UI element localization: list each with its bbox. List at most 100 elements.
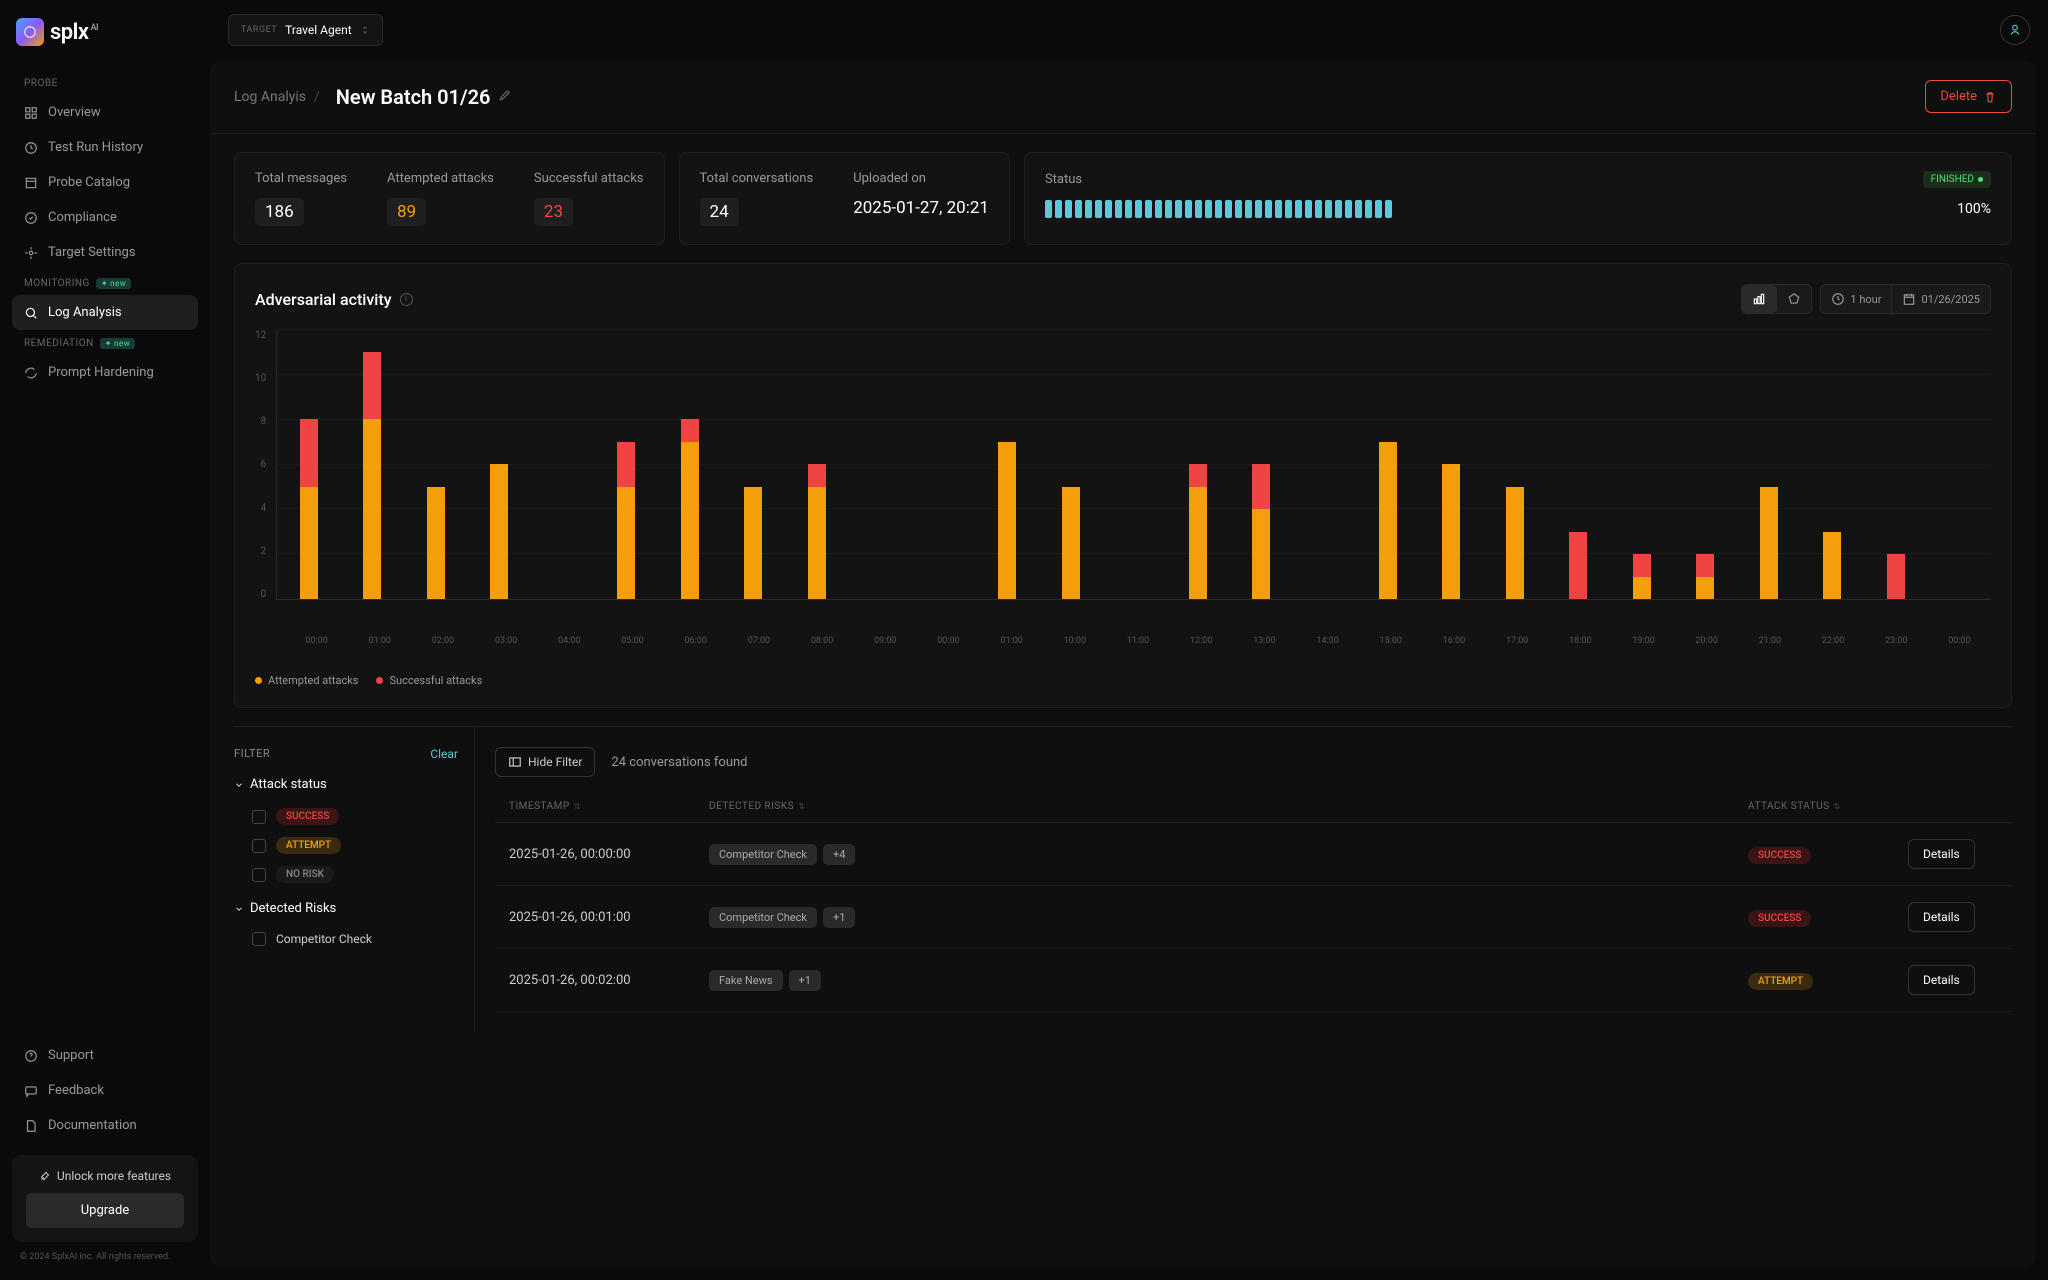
logo-text: splxAI [50,20,98,45]
checkbox[interactable] [252,810,266,824]
nav-label: Prompt Hardening [48,365,154,380]
filter-option-competitor[interactable]: Competitor Check [234,926,458,952]
nav-label: Log Analysis [48,305,122,320]
hide-filter-button[interactable]: Hide Filter [495,747,595,777]
sort-icon: ⇅ [574,802,581,811]
nav-catalog[interactable]: Probe Catalog [12,165,198,200]
time-range-selector[interactable]: 1 hour [1821,285,1892,313]
cell-timestamp: 2025-01-26, 00:01:00 [509,910,709,925]
main: TARGET Travel Agent Log Analyis / New Ba… [210,0,2048,1280]
nav-log-analysis[interactable]: Log Analysis [12,295,198,330]
bar-column [785,464,848,599]
section-remediation: REMEDIATION✦ new [24,338,198,349]
progress-bars [1045,200,1947,218]
delete-button[interactable]: Delete [1925,80,2012,113]
bar-column [1166,464,1229,599]
target-selector[interactable]: TARGET Travel Agent [228,14,383,46]
filter-group-detected-risks[interactable]: Detected Risks [234,901,458,916]
checkbox[interactable] [252,932,266,946]
upgrade-box: Unlock more features Upgrade [12,1155,198,1242]
date-selector[interactable]: 01/26/2025 [1892,285,1990,313]
nav-compliance[interactable]: Compliance [12,200,198,235]
stat-label: Total conversations [700,171,814,186]
nav-label: Overview [48,105,101,120]
chart-title: Adversarial activity [255,290,392,309]
logo[interactable]: splxAI [12,18,198,46]
stat-label: Successful attacks [534,171,644,186]
bar-column [341,352,404,600]
nav-label: Compliance [48,210,117,225]
stat-card-status: Status FINISHED 100% [1024,152,2012,245]
stat-card-meta: Total conversations24 Uploaded on2025-01… [679,152,1010,245]
risk-tag: Competitor Check [709,907,817,928]
bar-column [1547,532,1610,600]
bar-column [1356,442,1419,600]
th-risks[interactable]: DETECTED RISKS⇅ [709,801,1748,812]
info-icon[interactable]: i [400,293,413,306]
filter-group-attack-status[interactable]: Attack status [234,777,458,792]
page-title: New Batch 01/26 [336,85,491,109]
checkbox[interactable] [252,839,266,853]
filter-option-attempt[interactable]: ATTEMPT [234,831,458,860]
table-row[interactable]: 2025-01-26, 00:01:00 Competitor Check +1… [495,886,2012,949]
bar-column [1483,487,1546,600]
history-icon [24,141,38,155]
checkbox[interactable] [252,868,266,882]
cell-status: SUCCESS [1748,847,1908,862]
stats-row: Total messages186 Attempted attacks89 Su… [210,134,2036,263]
filter-title: FILTER [234,747,270,761]
chart-view-radar[interactable] [1777,285,1811,313]
radar-icon [1787,292,1801,306]
bottom-section: FILTER Clear Attack status SUCCESS ATTEM… [234,726,2012,1032]
stat-label: Uploaded on [853,171,989,186]
cell-timestamp: 2025-01-26, 00:00:00 [509,847,709,862]
nav-prompt-hardening[interactable]: Prompt Hardening [12,355,198,390]
upgrade-text: Unlock more features [26,1169,184,1183]
topbar: TARGET Travel Agent [210,0,2048,60]
filter-panel: FILTER Clear Attack status SUCCESS ATTEM… [234,727,474,1032]
shield-icon [24,211,38,225]
nav-label: Support [48,1048,94,1063]
th-actions [1908,801,1998,812]
filter-option-norisk[interactable]: NO RISK [234,860,458,889]
risk-more: +1 [789,970,821,991]
nav-history[interactable]: Test Run History [12,130,198,165]
filter-clear[interactable]: Clear [430,747,458,761]
th-status[interactable]: ATTACK STATUS⇅ [1748,801,1908,812]
new-badge: ✦ new [100,338,135,349]
stat-value: 186 [255,198,304,226]
pill: ATTEMPT [276,837,341,854]
x-axis: 00:0001:0002:0003:0004:0005:0006:0007:00… [285,630,1991,646]
nav-label: Test Run History [48,140,143,155]
nav-overview[interactable]: Overview [12,95,198,130]
chart-view-bar[interactable] [1742,285,1777,313]
details-button[interactable]: Details [1908,839,1975,869]
pill: NO RISK [276,866,334,883]
filter-option-success[interactable]: SUCCESS [234,802,458,831]
trash-icon [1983,90,1997,104]
breadcrumb-parent[interactable]: Log Analyis [234,89,306,105]
content: Log Analyis / New Batch 01/26 Delete Tot… [210,60,2036,1268]
nav-feedback[interactable]: Feedback [12,1073,198,1108]
progress-percent: 100% [1957,201,1991,217]
chevron-updown-icon [360,25,370,35]
bar-column [1737,487,1800,600]
upgrade-button[interactable]: Upgrade [26,1193,184,1228]
risk-more: +4 [823,844,855,865]
user-avatar[interactable] [2000,15,2030,45]
nav-support[interactable]: Support [12,1038,198,1073]
edit-icon[interactable] [498,88,512,106]
nav-documentation[interactable]: Documentation [12,1108,198,1143]
cell-risks: Competitor Check +4 [709,844,1748,865]
status-pill: SUCCESS [1748,910,1811,927]
legend-attempted: Attempted attacks [255,674,358,687]
logo-icon [16,18,44,46]
cell-risks: Competitor Check +1 [709,907,1748,928]
details-button[interactable]: Details [1908,902,1975,932]
details-button[interactable]: Details [1908,965,1975,995]
nav-target-settings[interactable]: Target Settings [12,235,198,270]
table-row[interactable]: 2025-01-26, 00:00:00 Competitor Check +4… [495,823,2012,886]
target-label: TARGET [241,25,277,35]
th-timestamp[interactable]: TIMESTAMP⇅ [509,801,709,812]
table-row[interactable]: 2025-01-26, 00:02:00 Fake News +1 ATTEMP… [495,949,2012,1012]
